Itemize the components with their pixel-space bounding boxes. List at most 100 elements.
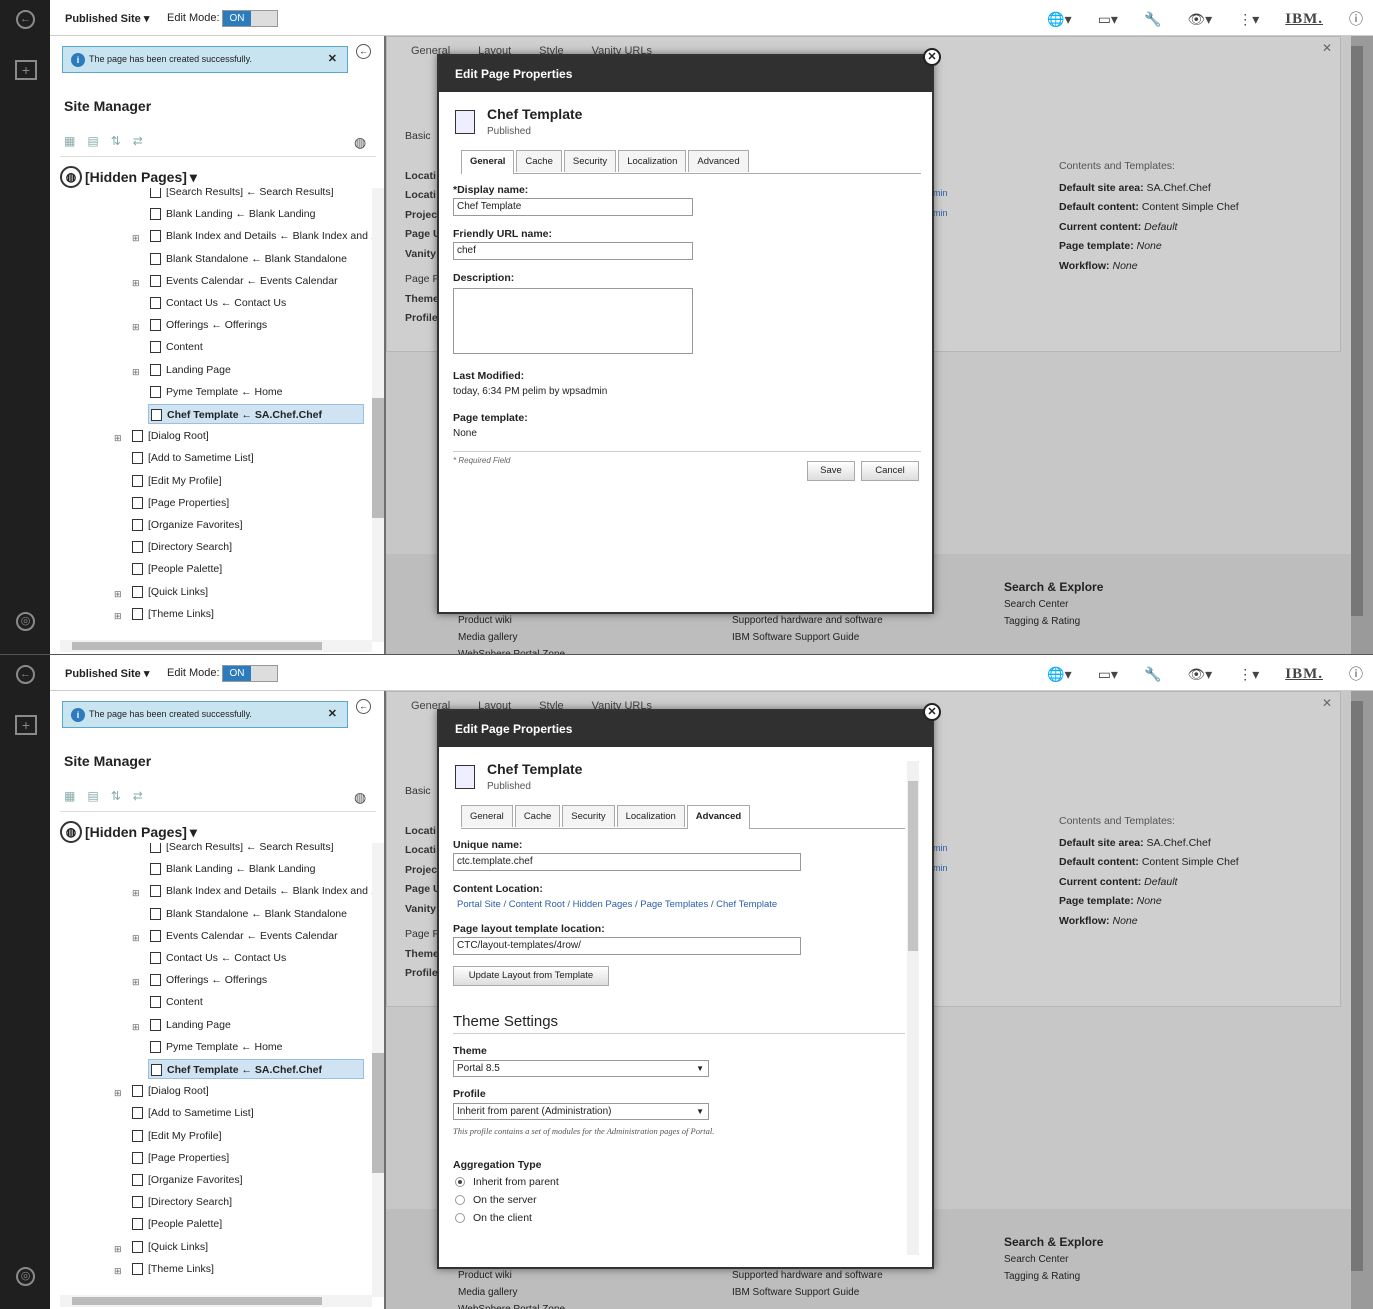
collapse-panel-icon[interactable]: ← [356, 699, 371, 714]
help-icon[interactable]: ◎ [16, 612, 35, 631]
site-selector[interactable]: Published Site ▾ [65, 667, 149, 680]
more-icon[interactable]: ⋮▾ [1238, 11, 1259, 28]
tree-item[interactable]: [Edit My Profile] [130, 1126, 222, 1146]
tab-security[interactable]: Security [563, 150, 617, 172]
tree-hscrollbar[interactable] [60, 1295, 372, 1307]
cancel-button[interactable]: Cancel [861, 461, 919, 481]
move-up-icon[interactable]: ⇅ [111, 789, 121, 803]
language-icon[interactable]: 🌐▾ [1047, 666, 1071, 683]
tree-item[interactable]: ⊞ Offerings ← Offerings [132, 315, 267, 335]
expand-icon[interactable]: ⊞ [132, 228, 140, 248]
close-dialog-icon[interactable]: ✕ [923, 703, 941, 721]
tree-item[interactable]: [Add to Sametime List] [130, 448, 254, 468]
copy-page-icon[interactable]: ▤ [87, 134, 98, 148]
expand-icon[interactable]: ⊞ [132, 883, 140, 903]
tree-item[interactable]: ⊞ Events Calendar ← Events Calendar [132, 271, 338, 291]
info-icon[interactable]: ⓘ [1349, 9, 1363, 29]
tree-item[interactable]: [Organize Favorites] [130, 1170, 243, 1190]
tab-cache[interactable]: Cache [514, 805, 561, 827]
expand-icon[interactable]: ⊞ [114, 1261, 122, 1281]
description-textarea[interactable] [453, 288, 693, 354]
globe-icon[interactable]: ◍ [354, 789, 366, 806]
tree-item[interactable]: Pyme Template ← Home [148, 382, 283, 402]
tree-item[interactable]: ⊞ [Theme Links] [114, 604, 214, 624]
close-notification-icon[interactable]: ✕ [328, 47, 337, 72]
tree-item[interactable]: Content [148, 992, 203, 1012]
radio-server[interactable]: On the server [455, 1194, 537, 1206]
add-page-icon[interactable]: + [15, 60, 37, 80]
expand-icon[interactable]: ⊞ [132, 273, 140, 293]
page-scrollbar[interactable] [1351, 691, 1373, 1309]
expand-icon[interactable]: ⊞ [114, 1239, 122, 1259]
tree-item[interactable]: Chef Template ← SA.Chef.Chef [148, 1059, 364, 1079]
page-scrollbar[interactable] [1351, 36, 1373, 654]
expand-icon[interactable]: ⊞ [132, 1017, 140, 1037]
device-preview-icon[interactable]: ▭▾ [1098, 11, 1118, 28]
help-icon[interactable]: ◎ [16, 1267, 35, 1286]
tree-item[interactable]: ⊞ [Quick Links] [114, 582, 208, 602]
tree-item[interactable]: Contact Us ← Contact Us [148, 948, 286, 968]
expand-icon[interactable]: ⊞ [132, 317, 140, 337]
tree-item[interactable]: Blank Landing ← Blank Landing [148, 204, 315, 224]
tree-item[interactable]: ⊞ Landing Page [132, 360, 231, 380]
tree-item[interactable]: [Directory Search] [130, 1192, 232, 1212]
globe-icon[interactable]: ◍ [354, 134, 366, 151]
close-dialog-icon[interactable]: ✕ [923, 48, 941, 66]
expand-icon[interactable]: ⊞ [132, 928, 140, 948]
tree-item[interactable]: ⊞ Blank Index and Details ← Blank Index a… [132, 881, 372, 901]
move-icon[interactable]: ⇄ [133, 789, 143, 803]
tab-security[interactable]: Security [562, 805, 615, 827]
tree-item[interactable]: ⊞ Offerings ← Offerings [132, 970, 267, 990]
tree-scrollbar[interactable] [372, 188, 384, 642]
tree-item[interactable]: [Page Properties] [130, 493, 229, 513]
tree-item[interactable]: Blank Standalone ← Blank Standalone [148, 249, 347, 269]
edit-mode-toggle[interactable]: ON [222, 665, 278, 682]
device-preview-icon[interactable]: ▭▾ [1098, 666, 1118, 683]
tree-item[interactable]: [Search Results] ← Search Results] [148, 188, 333, 202]
radio-client[interactable]: On the client [455, 1212, 532, 1224]
tree-item[interactable]: Pyme Template ← Home [148, 1037, 283, 1057]
tree-item[interactable]: [Page Properties] [130, 1148, 229, 1168]
tree-item[interactable]: ⊞ Landing Page [132, 1015, 231, 1035]
view-icon[interactable]: 👁▾ [1187, 11, 1212, 28]
dialog-scrollbar[interactable] [907, 761, 919, 1255]
move-up-icon[interactable]: ⇅ [111, 134, 121, 148]
back-icon[interactable]: ← [16, 665, 35, 684]
tree-item[interactable]: [Organize Favorites] [130, 515, 243, 535]
tree-item[interactable]: [People Palette] [130, 1214, 222, 1234]
site-selector[interactable]: Published Site ▾ [65, 12, 149, 25]
profile-select[interactable]: Inherit from parent (Administration) ▼ [453, 1103, 709, 1120]
tab-cache[interactable]: Cache [516, 150, 562, 172]
tab-general[interactable]: General [461, 805, 513, 827]
expand-icon[interactable]: ⊞ [114, 428, 122, 448]
move-icon[interactable]: ⇄ [133, 134, 143, 148]
tab-localization[interactable]: Localization [618, 150, 687, 172]
tree-item[interactable]: [Add to Sametime List] [130, 1103, 254, 1123]
tree-item[interactable]: ⊞ [Dialog Root] [114, 1081, 209, 1101]
tree-item[interactable]: Contact Us ← Contact Us [148, 293, 286, 313]
tree-item[interactable]: Blank Landing ← Blank Landing [148, 859, 315, 879]
tree-scrollbar[interactable] [372, 843, 384, 1297]
update-layout-button[interactable]: Update Layout from Template [453, 966, 609, 986]
radio-inherit[interactable]: Inherit from parent [455, 1176, 559, 1188]
edit-mode-toggle[interactable]: ON [222, 10, 278, 27]
tab-advanced[interactable]: Advanced [686, 805, 751, 829]
language-icon[interactable]: 🌐▾ [1047, 11, 1071, 28]
tree-item[interactable]: Content [148, 337, 203, 357]
save-button[interactable]: Save [807, 461, 855, 481]
tree-item[interactable]: [Directory Search] [130, 537, 232, 557]
add-page-icon[interactable]: + [15, 715, 37, 735]
wrench-icon[interactable]: 🔧 [1144, 666, 1161, 683]
expand-icon[interactable]: ⊞ [114, 584, 122, 604]
unique-name-input[interactable]: ctc.template.chef [453, 853, 801, 871]
info-icon[interactable]: ⓘ [1349, 664, 1363, 684]
theme-select[interactable]: Portal 8.5 ▼ [453, 1060, 709, 1077]
layout-location-input[interactable]: CTC/layout-templates/4row/ [453, 937, 801, 955]
tree-item[interactable]: Blank Standalone ← Blank Standalone [148, 904, 347, 924]
close-notification-icon[interactable]: ✕ [328, 702, 337, 727]
content-location-link[interactable]: Portal Site / Content Root / Hidden Page… [457, 899, 777, 910]
tree-item[interactable]: ⊞ [Dialog Root] [114, 426, 209, 446]
collapse-panel-icon[interactable]: ← [356, 44, 371, 59]
back-icon[interactable]: ← [16, 10, 35, 29]
close-icon[interactable]: ✕ [1322, 41, 1332, 55]
